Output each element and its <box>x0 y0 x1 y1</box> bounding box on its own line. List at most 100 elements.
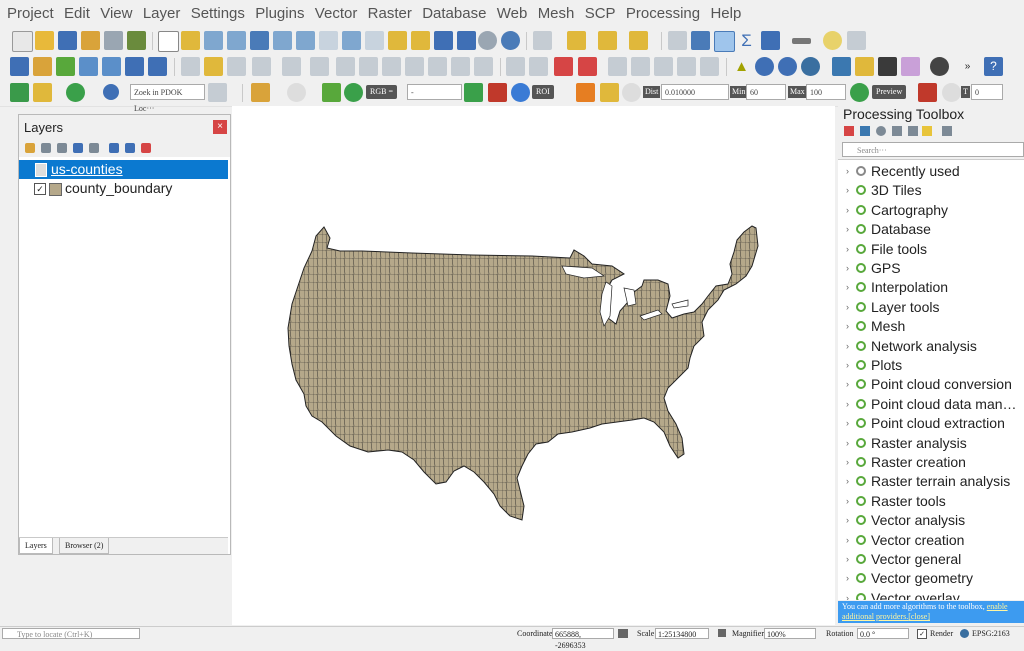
menu-project[interactable]: Project <box>0 0 54 22</box>
add-mesh-layer-icon[interactable] <box>102 57 121 76</box>
attribute-table-icon[interactable] <box>691 31 710 50</box>
collapse-all-icon[interactable] <box>125 143 135 153</box>
annotation-icon[interactable] <box>847 31 866 50</box>
save-edits-icon[interactable] <box>227 57 246 76</box>
modify-attributes-icon[interactable] <box>336 57 355 76</box>
add-wms-layer-icon[interactable] <box>125 57 144 76</box>
scp-preview-zoom-icon[interactable] <box>850 83 869 102</box>
filter-legend-icon[interactable] <box>73 143 83 153</box>
scp-region-icon[interactable] <box>488 83 507 102</box>
toolbox-search-input[interactable]: Search··· <box>842 142 1024 157</box>
toolbox-group-item[interactable]: › Mesh <box>838 317 1024 336</box>
render-checkbox[interactable]: ✓ <box>917 629 927 639</box>
save-project-icon[interactable] <box>58 31 77 50</box>
pdok-search-input[interactable]: Zoek in PDOK Loc··· <box>130 84 205 113</box>
menu-raster[interactable]: Raster <box>361 0 412 22</box>
cut-features-icon[interactable] <box>382 57 401 76</box>
t-input[interactable]: 0 <box>971 84 1003 100</box>
new-layer-icon[interactable] <box>33 57 52 76</box>
add-vector-layer-icon[interactable] <box>56 57 75 76</box>
add-raster-layer-icon[interactable] <box>79 57 98 76</box>
pdok-locator-icon[interactable] <box>103 84 119 100</box>
crs-globe-icon[interactable] <box>960 629 969 638</box>
toolbox-batch-icon[interactable] <box>922 126 932 136</box>
plot-icon[interactable] <box>901 57 920 76</box>
toolbox-scripts-icon[interactable] <box>860 126 870 136</box>
toolbox-group-item[interactable]: › Raster tools <box>838 492 1024 511</box>
chevron-right-icon[interactable]: › <box>846 589 849 600</box>
chevron-right-icon[interactable]: › <box>846 298 849 317</box>
deselect-icon[interactable] <box>598 31 617 50</box>
toolbox-group-item[interactable]: › Raster terrain analysis <box>838 472 1024 491</box>
toolbox-group-item[interactable]: › Vector general <box>838 550 1024 569</box>
select-by-value-icon[interactable] <box>567 31 586 50</box>
menu-help[interactable]: Help <box>703 0 741 22</box>
select-features-icon[interactable] <box>533 31 552 50</box>
chevron-right-icon[interactable]: › <box>846 569 849 588</box>
menu-settings[interactable]: Settings <box>184 0 245 22</box>
add-group-icon[interactable] <box>41 143 51 153</box>
python-icon[interactable] <box>832 57 851 76</box>
menu-layer[interactable]: Layer <box>136 0 181 22</box>
map-canvas[interactable] <box>232 106 835 625</box>
chevron-right-icon[interactable]: › <box>846 531 849 550</box>
change-label-icon[interactable] <box>654 57 673 76</box>
new-3d-view-icon[interactable] <box>411 31 430 50</box>
add-wfs-layer-icon[interactable] <box>148 57 167 76</box>
lock-icon[interactable] <box>718 629 726 637</box>
chevron-right-icon[interactable]: › <box>846 375 849 394</box>
scp-add-icon[interactable] <box>600 83 619 102</box>
toolbox-group-item[interactable]: › Raster creation <box>838 453 1024 472</box>
new-map-view-icon[interactable] <box>388 31 407 50</box>
max-input[interactable]: 100 <box>806 84 846 100</box>
paste-features-icon[interactable] <box>428 57 447 76</box>
open-project-icon[interactable] <box>35 31 54 50</box>
scp-classification-icon[interactable] <box>576 83 595 102</box>
zoom-to-layer-icon[interactable] <box>296 31 315 50</box>
toolbox-group-item[interactable]: › Cartography <box>838 201 1024 220</box>
layer-item-county-boundary[interactable]: ✓ county_boundary <box>19 179 228 198</box>
highlight-labels-icon[interactable] <box>554 57 573 76</box>
tab-browser[interactable]: Browser (2) <box>59 538 110 554</box>
chevron-right-icon[interactable]: › <box>846 278 849 297</box>
plugin-b-icon[interactable] <box>878 57 897 76</box>
processing-toolbox-icon[interactable] <box>714 31 735 52</box>
crs-label[interactable]: EPSG:2163 <box>972 628 1010 639</box>
pin-labels-icon[interactable] <box>529 57 548 76</box>
menu-scp[interactable]: SCP <box>578 0 616 22</box>
scp-reload-icon[interactable] <box>942 83 961 102</box>
layout-manager-icon[interactable] <box>104 31 123 50</box>
menu-view[interactable]: View <box>93 0 132 22</box>
new-project-icon[interactable] <box>12 31 33 52</box>
pan-to-selection-icon[interactable] <box>181 31 200 50</box>
plugin-a-icon[interactable] <box>855 57 874 76</box>
toolbox-models-icon[interactable] <box>844 126 854 136</box>
close-note-link[interactable]: [close] <box>908 612 930 621</box>
map-tips-icon[interactable] <box>823 31 842 50</box>
layer-visibility-checkbox[interactable]: ✓ <box>34 183 46 195</box>
menu-mesh[interactable]: Mesh <box>531 0 575 22</box>
triangle-icon[interactable]: ▲ <box>732 57 751 76</box>
toolbox-options-icon[interactable] <box>942 126 952 136</box>
locator-search-input[interactable]: Type to locate (Ctrl+K) <box>2 628 140 639</box>
coordinate-input[interactable]: 665888, -2696353 <box>552 628 614 650</box>
rgb-select[interactable]: - <box>407 84 462 100</box>
show-bookmarks-icon[interactable] <box>457 31 476 50</box>
chevron-right-icon[interactable]: › <box>846 259 849 278</box>
menu-vector[interactable]: Vector <box>308 0 358 22</box>
measure-icon[interactable] <box>792 38 811 44</box>
scp-roi-icon[interactable] <box>464 83 483 102</box>
redo-icon[interactable] <box>474 57 493 76</box>
help-icon[interactable]: ? <box>984 57 1003 76</box>
identify-icon[interactable] <box>668 31 687 50</box>
open-styling-icon[interactable] <box>25 143 35 153</box>
zoom-to-selection-icon[interactable] <box>273 31 292 50</box>
diagram-icon[interactable] <box>700 57 719 76</box>
layer-item-us-counties[interactable]: us-counties <box>19 160 228 179</box>
chevron-right-icon[interactable]: › <box>846 472 849 491</box>
scale-input[interactable]: 1:25134800 <box>655 628 709 639</box>
style-manager-icon[interactable] <box>127 31 146 50</box>
preview-button[interactable]: Preview <box>872 85 907 99</box>
clear-search-icon[interactable] <box>208 83 227 102</box>
zoom-last-icon[interactable] <box>342 31 361 50</box>
